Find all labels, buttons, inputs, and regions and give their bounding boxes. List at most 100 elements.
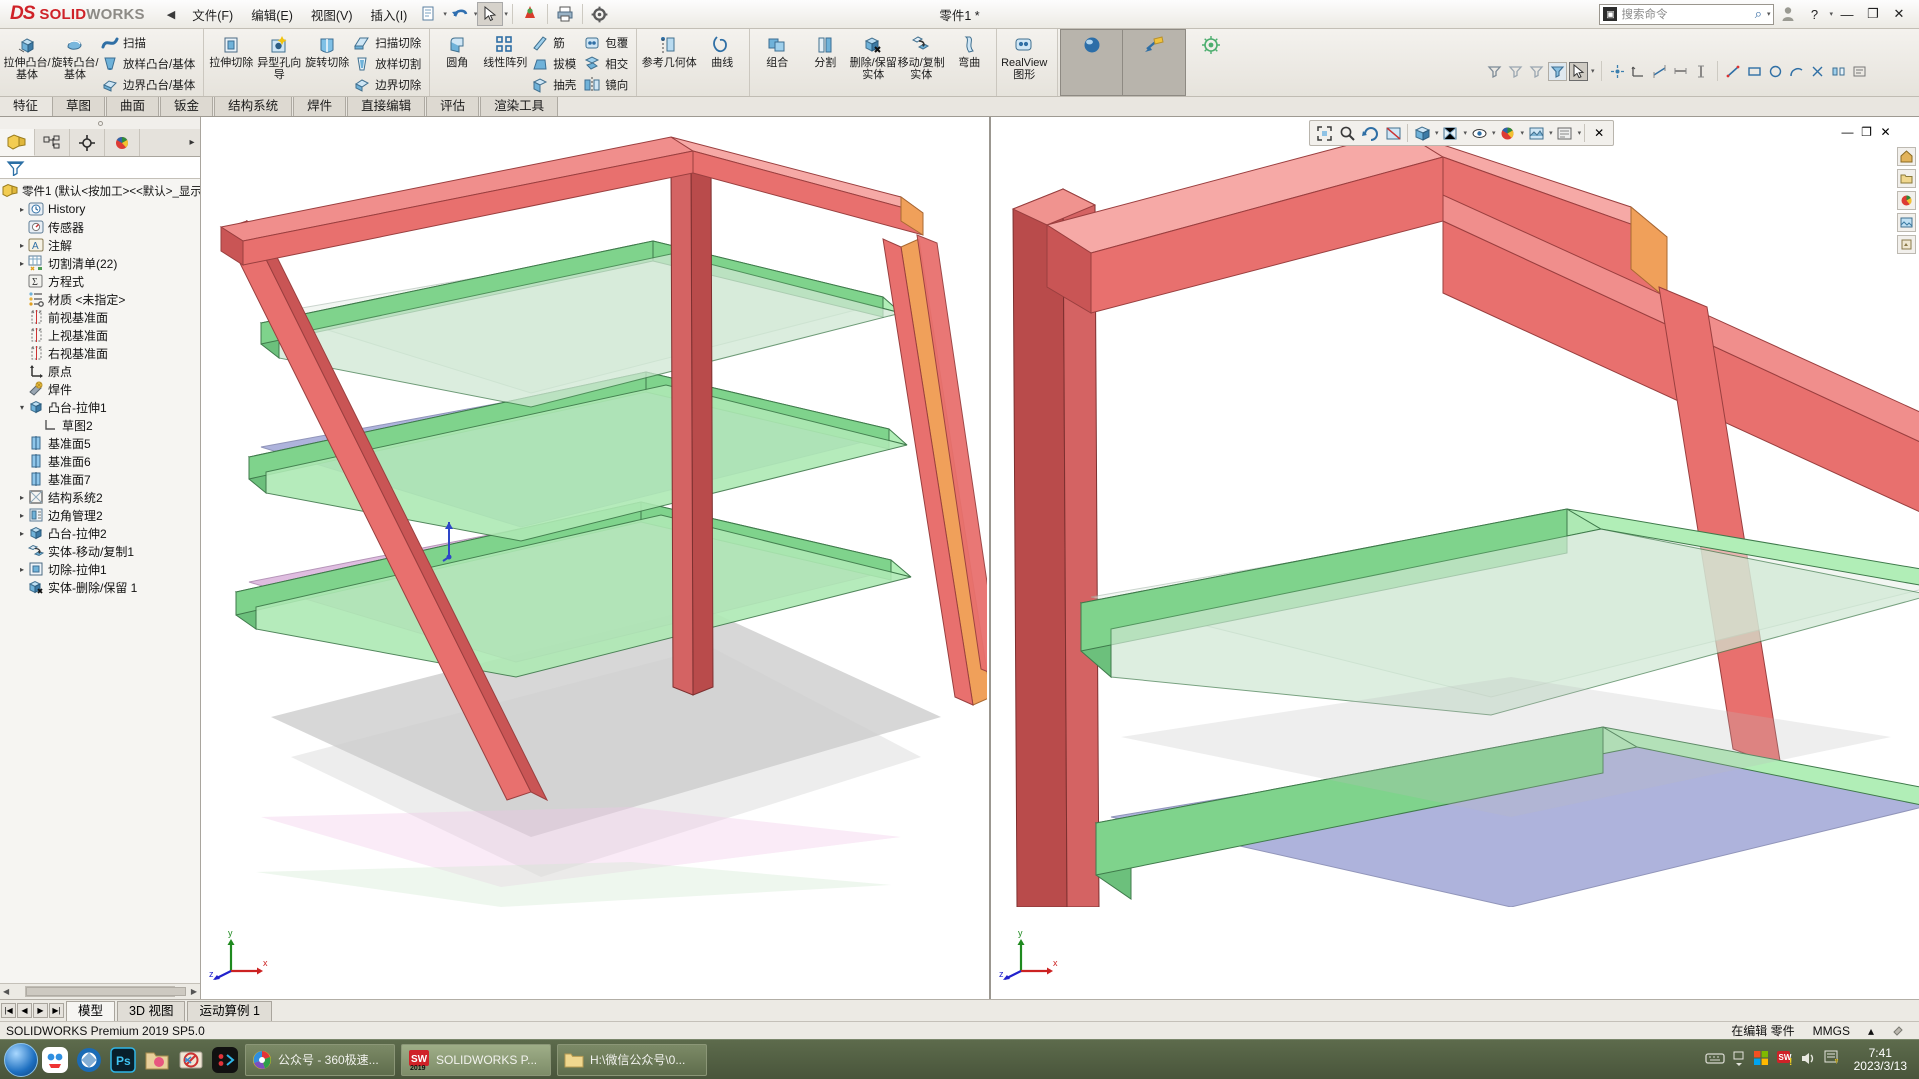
- vertical-dim-icon[interactable]: [1692, 62, 1711, 81]
- tree-scrollbar-thumb[interactable]: [26, 987, 186, 996]
- select-arrow-caret-icon[interactable]: ▾: [1591, 67, 1595, 75]
- folder-icon[interactable]: [1897, 169, 1916, 188]
- wrap-button[interactable]: 包覆: [581, 32, 633, 53]
- tree-item[interactable]: ▾凸台-拉伸1: [0, 398, 200, 416]
- intersect-button[interactable]: 相交: [581, 53, 633, 74]
- snip-tool-icon[interactable]: [174, 1043, 208, 1077]
- tree-item[interactable]: 前视基准面: [0, 308, 200, 326]
- extrude-cut-button[interactable]: 拉伸切除: [207, 30, 255, 95]
- configuration-manager-tab[interactable]: [70, 129, 105, 156]
- taskbar-window-chrome360[interactable]: 公众号 - 360极速...: [245, 1044, 395, 1076]
- shell-button[interactable]: 抽壳: [529, 74, 581, 95]
- tree-expand-arrow-icon[interactable]: ▸: [16, 511, 28, 520]
- viewport-left[interactable]: y x z: [201, 117, 987, 999]
- windows-start-orb[interactable]: [4, 1043, 38, 1077]
- menu-expand-icon[interactable]: ◀: [159, 8, 183, 21]
- tab-weldments[interactable]: 焊件: [293, 96, 346, 116]
- tree-item[interactable]: ▸结构系统2: [0, 488, 200, 506]
- tree-collapse-arrow-icon[interactable]: ▾: [16, 403, 28, 412]
- tree-item[interactable]: ▸凸台-拉伸2: [0, 524, 200, 542]
- zoom-to-area-icon[interactable]: [1336, 122, 1358, 144]
- undo-icon[interactable]: [447, 2, 473, 26]
- tree-item[interactable]: 基准面5: [0, 434, 200, 452]
- curves-button[interactable]: 曲线: [698, 30, 746, 95]
- display-manager-tab[interactable]: [105, 129, 140, 156]
- tab-nav-last[interactable]: ▶|: [49, 1003, 64, 1018]
- filter-faces-icon[interactable]: [1485, 62, 1504, 81]
- feature-manager-tab[interactable]: [0, 129, 35, 156]
- feature-name-translate-macro-button[interactable]: [1185, 30, 1237, 95]
- rectangle-tool-icon[interactable]: [1745, 62, 1764, 81]
- edit-appearance-icon[interactable]: [1497, 122, 1519, 144]
- section-view-icon[interactable]: [1382, 122, 1404, 144]
- viewport-minimize-icon[interactable]: —: [1838, 122, 1857, 141]
- display-style-caret-icon[interactable]: ▾: [1464, 129, 1468, 137]
- apply-scene-icon[interactable]: [1525, 122, 1547, 144]
- tree-item[interactable]: 基准面7: [0, 470, 200, 488]
- scroll-right-icon[interactable]: ▶: [191, 987, 200, 996]
- view-settings-icon[interactable]: [1554, 122, 1576, 144]
- scene-icon[interactable]: [1897, 213, 1916, 232]
- move-copy-body-button[interactable]: 移动/复制实体: [897, 30, 945, 95]
- draft-button[interactable]: 拔模: [529, 53, 581, 74]
- search-caret-icon[interactable]: ▾: [1767, 10, 1771, 18]
- select-tool-icon[interactable]: [477, 2, 503, 26]
- tab-nav-prev[interactable]: ◀: [17, 1003, 32, 1018]
- tree-item[interactable]: ▸切除-拉伸1: [0, 560, 200, 578]
- edit-appearance-caret-icon[interactable]: ▾: [1521, 129, 1525, 137]
- fillet-button[interactable]: 圆角: [433, 30, 481, 95]
- realview-graphics-button[interactable]: [1061, 30, 1123, 95]
- tree-item[interactable]: 右视基准面: [0, 344, 200, 362]
- tree-expand-arrow-icon[interactable]: ▸: [16, 493, 28, 502]
- close-viewport-icon[interactable]: ✕: [1588, 122, 1610, 144]
- help-caret-icon[interactable]: ▾: [1829, 10, 1833, 18]
- smart-dimension-icon[interactable]: [1650, 62, 1669, 81]
- keyboard-icon[interactable]: [1705, 1051, 1725, 1068]
- tab-surfaces[interactable]: 曲面: [106, 96, 159, 116]
- panel-expand-chevron-icon[interactable]: ▸: [184, 129, 200, 156]
- tree-item[interactable]: 实体-删除/保留 1: [0, 578, 200, 596]
- mirror-tool-icon[interactable]: [1829, 62, 1848, 81]
- boundary-boss-button[interactable]: 边界凸台/基体: [99, 74, 200, 95]
- split-button[interactable]: 分割: [801, 30, 849, 95]
- rib-button[interactable]: 筋: [529, 32, 581, 53]
- tree-item[interactable]: ▸History: [0, 200, 200, 218]
- view-settings-caret-icon[interactable]: ▾: [1578, 129, 1582, 137]
- status-units-label[interactable]: MMGS: [1813, 1024, 1850, 1038]
- new-document-icon[interactable]: [416, 2, 442, 26]
- dimension-icon[interactable]: [1629, 62, 1648, 81]
- action-center-icon[interactable]: !: [1824, 1050, 1841, 1069]
- tree-filter-bar[interactable]: [0, 157, 200, 179]
- hide-show-items-icon[interactable]: [1468, 122, 1490, 144]
- rebuild-icon[interactable]: [517, 2, 543, 26]
- mirror-button[interactable]: 镜向: [581, 74, 633, 95]
- view-orientation-small-icon[interactable]: [1608, 62, 1627, 81]
- circle-tool-icon[interactable]: [1766, 62, 1785, 81]
- hole-wizard-button[interactable]: 异型孔向导: [255, 30, 303, 95]
- tree-expand-arrow-icon[interactable]: ▸: [16, 259, 28, 268]
- linear-pattern-button[interactable]: 线性阵列: [481, 30, 529, 95]
- tab-direct-editing[interactable]: 直接编辑: [347, 96, 425, 116]
- apply-scene-caret-icon[interactable]: ▾: [1549, 129, 1553, 137]
- motion-study-tab[interactable]: 运动算例 1: [187, 1001, 271, 1021]
- tree-item[interactable]: ▸边角管理2: [0, 506, 200, 524]
- tree-expand-arrow-icon[interactable]: ▸: [16, 565, 28, 574]
- tree-scrollbar[interactable]: [25, 986, 175, 997]
- home-icon[interactable]: [1897, 147, 1916, 166]
- tab-structure-system[interactable]: 结构系统: [214, 96, 292, 116]
- camera-app-icon[interactable]: [72, 1043, 106, 1077]
- show-hidden-icons[interactable]: [1732, 1050, 1746, 1069]
- user-account-icon[interactable]: [1776, 3, 1800, 25]
- filter-vertices-icon[interactable]: [1527, 62, 1546, 81]
- status-units-caret-icon[interactable]: ▴: [1868, 1024, 1874, 1038]
- tab-evaluate[interactable]: 评估: [426, 96, 479, 116]
- scroll-left-icon[interactable]: ◀: [0, 987, 9, 996]
- tab-sketch[interactable]: 草图: [52, 96, 105, 116]
- folder-pink-icon[interactable]: [140, 1043, 174, 1077]
- taskbar-clock[interactable]: 7:41 2023/3/13: [1848, 1047, 1913, 1073]
- tab-sheet-metal[interactable]: 钣金: [160, 96, 213, 116]
- tree-item[interactable]: ▸切割清单(22): [0, 254, 200, 272]
- tree-expand-arrow-icon[interactable]: ▸: [16, 529, 28, 538]
- tree-item[interactable]: 草图2: [0, 416, 200, 434]
- photoshop-icon[interactable]: Ps: [106, 1043, 140, 1077]
